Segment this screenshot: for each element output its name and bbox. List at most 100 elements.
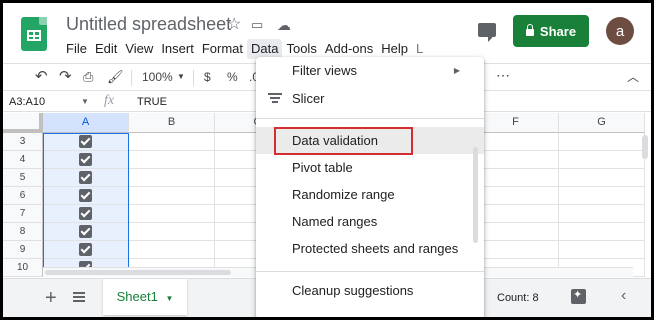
- column-header-f[interactable]: F: [473, 113, 559, 133]
- row-header[interactable]: 9: [3, 241, 43, 259]
- menu-item-cleanup-suggestions[interactable]: Cleanup suggestions: [256, 277, 484, 304]
- column-header-a[interactable]: A: [43, 113, 129, 133]
- grid-cell[interactable]: [473, 151, 559, 169]
- grid-cell[interactable]: [559, 241, 645, 259]
- formula-input[interactable]: TRUE: [137, 95, 167, 109]
- grid-cell[interactable]: [129, 133, 215, 151]
- grid-cell[interactable]: [129, 151, 215, 169]
- row-header[interactable]: 10: [3, 259, 43, 277]
- zoom-select[interactable]: 100%: [142, 69, 173, 85]
- selection-count[interactable]: Count: 8: [497, 292, 539, 304]
- paint-format-icon[interactable]: 🖌: [107, 69, 124, 85]
- checkbox-cell[interactable]: [43, 241, 129, 259]
- grid-cell[interactable]: [129, 169, 215, 187]
- sheet-tab-sheet1[interactable]: Sheet1 ▼: [103, 279, 187, 315]
- checkbox-cell[interactable]: [43, 169, 129, 187]
- menu-scrollbar[interactable]: [473, 147, 478, 243]
- grid-cell[interactable]: [473, 223, 559, 241]
- undo-icon[interactable]: ↶: [35, 69, 48, 85]
- row-header[interactable]: 5: [3, 169, 43, 187]
- menu-format[interactable]: Format: [198, 39, 247, 59]
- avatar[interactable]: a: [606, 17, 634, 45]
- checkbox-cell[interactable]: [43, 151, 129, 169]
- checkbox-checked-icon[interactable]: [79, 189, 92, 202]
- menu-addons[interactable]: Add-ons: [321, 39, 377, 59]
- checkbox-checked-icon[interactable]: [79, 153, 92, 166]
- column-header-g[interactable]: G: [559, 113, 645, 133]
- star-icon[interactable]: ☆: [227, 15, 241, 35]
- sheets-logo-icon[interactable]: [21, 17, 47, 51]
- name-box-caret-icon[interactable]: ▼: [81, 95, 89, 109]
- menu-item-filter-views-label: Filter views: [292, 63, 358, 78]
- cloud-status-icon[interactable]: ☁: [277, 15, 291, 35]
- checkbox-cell[interactable]: [43, 223, 129, 241]
- redo-icon[interactable]: ↷: [59, 69, 72, 85]
- all-sheets-icon[interactable]: [73, 292, 85, 302]
- menu-item-filter-views[interactable]: Filter views ▶: [256, 57, 484, 84]
- collapse-toolbar-icon[interactable]: ︿: [627, 69, 639, 85]
- share-label: Share: [539, 23, 577, 39]
- grid-cell[interactable]: [559, 205, 645, 223]
- menu-help[interactable]: Help: [377, 39, 412, 59]
- menu-item-slicer[interactable]: Slicer: [256, 85, 484, 112]
- checkbox-cell[interactable]: [43, 133, 129, 151]
- row-header[interactable]: 6: [3, 187, 43, 205]
- menu-file[interactable]: File: [62, 39, 91, 59]
- grid-cell[interactable]: [559, 187, 645, 205]
- zoom-caret-icon[interactable]: ▼: [177, 69, 185, 85]
- menu-last-edit[interactable]: L: [412, 39, 427, 59]
- menu-data[interactable]: Data: [247, 39, 283, 59]
- row-header[interactable]: 8: [3, 223, 43, 241]
- grid-cell[interactable]: [129, 241, 215, 259]
- explore-icon[interactable]: [571, 288, 586, 304]
- checkbox-checked-icon[interactable]: [79, 207, 92, 220]
- grid-cell[interactable]: [129, 187, 215, 205]
- side-panel-toggle-icon[interactable]: ‹: [621, 287, 626, 305]
- grid-cell[interactable]: [473, 169, 559, 187]
- menu-item-pivot-table[interactable]: Pivot table: [256, 154, 484, 181]
- select-all-corner[interactable]: [3, 113, 43, 133]
- row-header[interactable]: 4: [3, 151, 43, 169]
- grid-cell[interactable]: [129, 205, 215, 223]
- grid-cell[interactable]: [559, 223, 645, 241]
- grid-cell[interactable]: [559, 151, 645, 169]
- grid-cell[interactable]: [129, 223, 215, 241]
- more-options-icon[interactable]: ⋯: [496, 67, 510, 83]
- checkbox-checked-icon[interactable]: [79, 135, 92, 148]
- comments-icon[interactable]: [478, 23, 496, 42]
- menu-view[interactable]: View: [121, 39, 157, 59]
- menu-item-randomize-range[interactable]: Randomize range: [256, 181, 484, 208]
- checkbox-checked-icon[interactable]: [79, 243, 92, 256]
- grid-cell[interactable]: [473, 205, 559, 223]
- print-icon[interactable]: ⎙: [83, 69, 93, 85]
- sheet-tab-caret-icon[interactable]: ▼: [165, 294, 173, 303]
- currency-format-button[interactable]: $: [204, 69, 211, 85]
- checkbox-cell[interactable]: [43, 205, 129, 223]
- grid-cell[interactable]: [473, 133, 559, 151]
- name-box[interactable]: A3:A10: [9, 95, 45, 109]
- row-header[interactable]: 3: [3, 133, 43, 151]
- menu-item-data-validation[interactable]: Data validation: [256, 127, 484, 154]
- menu-item-protected-sheets[interactable]: Protected sheets and ranges: [256, 235, 484, 262]
- menu-item-named-ranges[interactable]: Named ranges: [256, 208, 484, 235]
- add-sheet-icon[interactable]: +: [45, 288, 57, 308]
- document-title[interactable]: Untitled spreadsheet: [66, 14, 231, 35]
- grid-cell[interactable]: [473, 241, 559, 259]
- row-header[interactable]: 7: [3, 205, 43, 223]
- grid-cell[interactable]: [559, 169, 645, 187]
- column-header-b[interactable]: B: [129, 113, 215, 133]
- move-folder-icon[interactable]: ▭: [251, 15, 263, 35]
- menu-edit[interactable]: Edit: [91, 39, 121, 59]
- grid-cell[interactable]: [473, 187, 559, 205]
- slicer-icon: [268, 93, 282, 103]
- grid-cell[interactable]: [559, 133, 645, 151]
- share-button[interactable]: Share: [513, 15, 589, 47]
- menu-item-randomize-range-label: Randomize range: [292, 187, 395, 202]
- checkbox-checked-icon[interactable]: [79, 171, 92, 184]
- menu-tools[interactable]: Tools: [282, 39, 320, 59]
- vertical-scrollbar[interactable]: [642, 135, 648, 159]
- percent-format-button[interactable]: %: [227, 69, 238, 85]
- checkbox-checked-icon[interactable]: [79, 225, 92, 238]
- menu-insert[interactable]: Insert: [157, 39, 198, 59]
- checkbox-cell[interactable]: [43, 187, 129, 205]
